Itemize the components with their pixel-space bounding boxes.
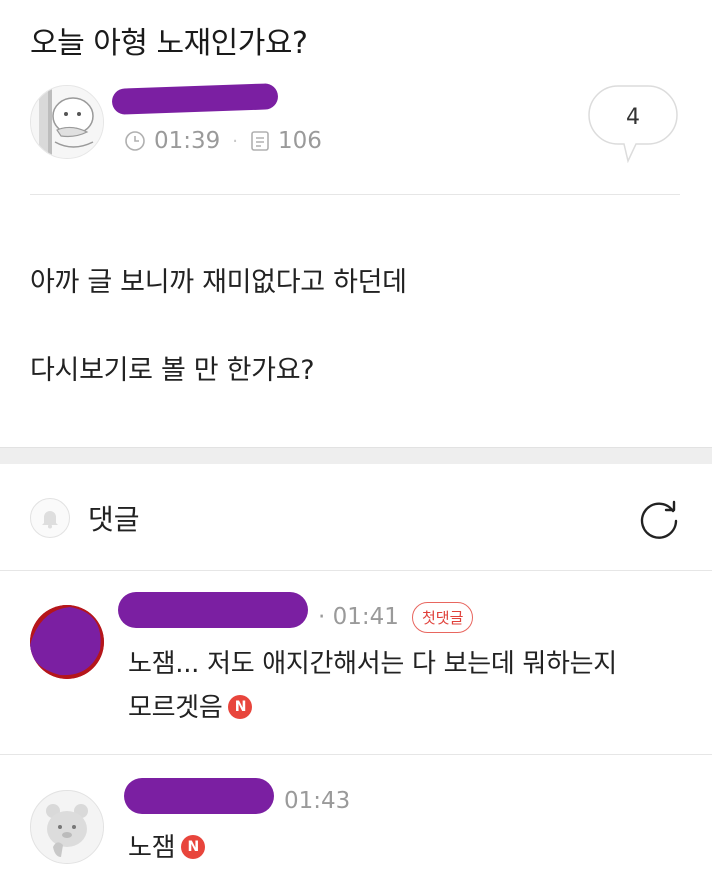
commenter-avatar[interactable] [30,790,104,864]
post-title: 오늘 아형 노재인가요? [30,26,308,61]
new-badge: N [228,694,253,719]
bell-icon[interactable] [30,498,70,538]
comment-count-button[interactable]: 4 [588,85,678,164]
comments-label: 댓글 [88,503,140,536]
post-body-line-1: 아까 글 보니까 재미없다고 하던데 [30,267,407,298]
view-count: 106 [278,128,322,154]
redacted-commenter-name [124,778,274,814]
meta-separator: · [232,130,239,152]
comment-text-line: 모르겟음 N [128,686,617,730]
redacted-commenter-name [118,592,308,628]
comment-text: 노잼 N [128,826,206,870]
post-body-line-2: 다시보기로 볼 만 한가요? [30,355,315,386]
section-divider [0,447,712,464]
clock-icon [125,131,145,151]
header-divider [30,194,680,195]
comment-text: 노잼... 저도 애지간해서는 다 보는데 뭐하는지 모르겟음 N [128,642,617,730]
document-icon [251,131,269,151]
commenter-avatar[interactable] [30,605,104,679]
comments-header: 댓글 [30,498,140,538]
comment-divider [0,754,712,755]
post-meta: 01:39 · 106 [124,128,322,154]
refresh-icon[interactable] [636,497,682,543]
comment-time: · 01:41 [318,604,399,630]
comment-text-line: 노잼 N [128,826,206,870]
comment-count: 4 [626,105,640,130]
first-comment-badge: 첫댓글 [412,602,474,633]
redacted-author-name [111,83,279,115]
comments-top-divider [0,570,712,571]
new-badge: N [181,834,206,859]
author-avatar[interactable] [30,85,104,159]
post-time: 01:39 [154,128,221,154]
comment-time: 01:43 [284,788,351,814]
comment-text-line: 노잼... 저도 애지간해서는 다 보는데 뭐하는지 [128,649,617,679]
